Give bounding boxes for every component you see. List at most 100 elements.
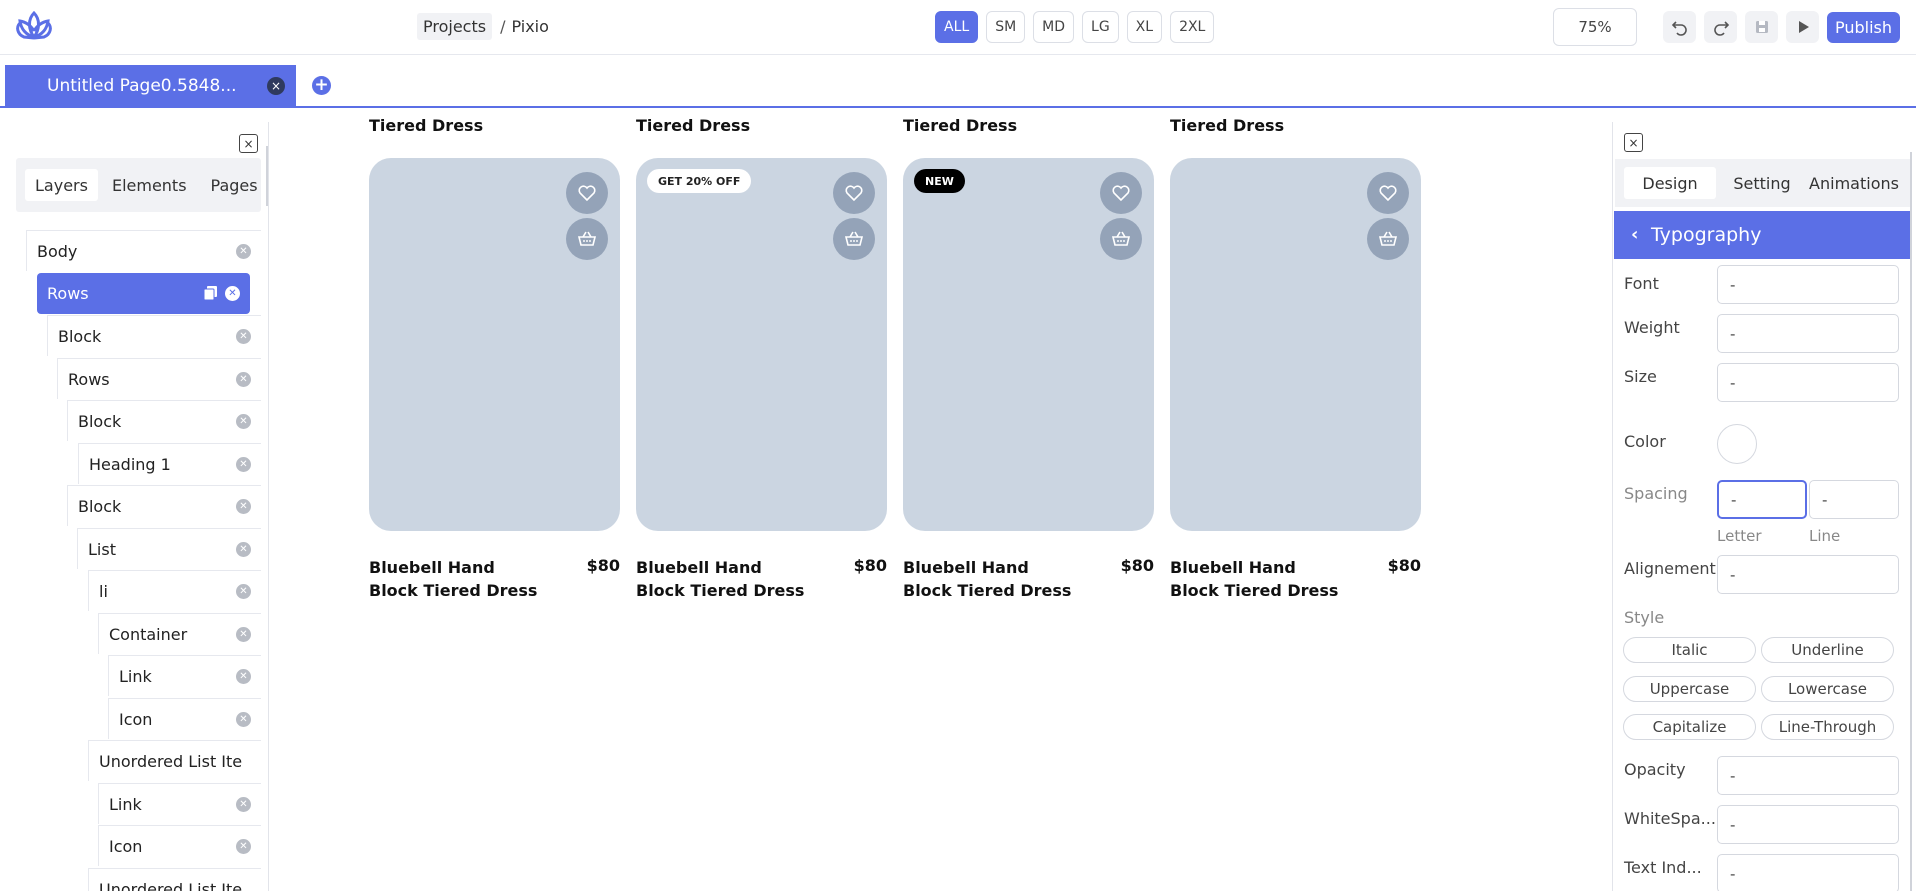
size-input[interactable]: - (1717, 363, 1899, 402)
opacity-label: Opacity (1624, 760, 1686, 779)
remove-icon[interactable]: ✕ (236, 584, 251, 599)
publish-button[interactable]: Publish (1827, 12, 1900, 43)
breakpoint-xl-button[interactable]: XL (1126, 11, 1163, 43)
tab-layers[interactable]: Layers (25, 169, 98, 201)
tab-design[interactable]: Design (1624, 167, 1716, 199)
product-image[interactable]: NEW (903, 158, 1154, 531)
layer-item[interactable]: Rows ✕ (57, 358, 261, 399)
tab-pages[interactable]: Pages (201, 169, 268, 201)
undo-icon[interactable] (1663, 11, 1696, 43)
style-label: Style (1624, 608, 1665, 627)
layer-item[interactable]: Icon ✕ (108, 698, 261, 739)
page-tab-current[interactable]: Untitled Page0.5848... × (5, 65, 296, 106)
product-image[interactable]: GET 20% OFF (636, 158, 887, 531)
typography-section-header[interactable]: ‹ Typography (1614, 211, 1912, 259)
capitalize-button[interactable]: Capitalize (1623, 714, 1756, 740)
lowercase-button[interactable]: Lowercase (1761, 676, 1894, 702)
breakpoint-all-button[interactable]: ALL (935, 11, 979, 43)
text-indent-input[interactable]: - (1717, 854, 1899, 891)
layer-item[interactable]: Block ✕ (67, 485, 261, 526)
heart-icon[interactable] (1367, 172, 1409, 214)
add-page-icon[interactable]: + (312, 76, 331, 95)
breadcrumb-projects-link[interactable]: Projects (417, 13, 493, 40)
play-icon[interactable] (1786, 11, 1819, 43)
layer-item[interactable]: Link ✕ (98, 783, 261, 824)
letter-spacing-input[interactable]: - (1717, 480, 1807, 519)
layer-item[interactable]: List ✕ (77, 528, 261, 569)
remove-icon[interactable]: ✕ (225, 286, 240, 301)
layer-item[interactable]: Block ✕ (47, 315, 261, 356)
layer-item[interactable]: li ✕ (88, 570, 261, 611)
layer-item[interactable]: Body ✕ (26, 230, 261, 271)
layer-item[interactable]: Icon ✕ (98, 825, 261, 866)
basket-icon[interactable] (1100, 218, 1142, 260)
discount-badge: GET 20% OFF (647, 169, 752, 193)
product-image[interactable] (1170, 158, 1421, 531)
layer-item[interactable]: Block ✕ (67, 400, 261, 441)
remove-icon[interactable]: ✕ (236, 542, 251, 557)
breakpoint-sm-button[interactable]: SM (986, 11, 1026, 43)
layer-item[interactable]: Container ✕ (98, 613, 261, 654)
close-panel-icon[interactable]: × (239, 134, 258, 153)
underline-button[interactable]: Underline (1761, 637, 1894, 663)
line-through-button[interactable]: Line-Through (1761, 714, 1894, 740)
italic-button[interactable]: Italic (1623, 637, 1756, 663)
save-icon[interactable] (1745, 11, 1778, 43)
weight-input[interactable]: - (1717, 314, 1899, 353)
breakpoint-2xl-button[interactable]: 2XL (1170, 11, 1215, 43)
remove-icon[interactable]: ✕ (236, 372, 251, 387)
letter-label: Letter (1717, 527, 1762, 545)
whitespace-input[interactable]: - (1717, 805, 1899, 844)
breakpoint-md-button[interactable]: MD (1033, 11, 1075, 43)
heart-icon[interactable] (566, 172, 608, 214)
layer-item[interactable]: Heading 1 ✕ (78, 443, 261, 484)
line-height-input[interactable]: - (1809, 480, 1899, 519)
tab-setting[interactable]: Setting (1716, 167, 1808, 199)
breadcrumb-current: Pixio (511, 17, 549, 36)
redo-icon[interactable] (1704, 11, 1737, 43)
remove-icon[interactable]: ✕ (236, 839, 251, 854)
opacity-input[interactable]: - (1717, 756, 1899, 795)
heart-icon[interactable] (1100, 172, 1142, 214)
remove-icon[interactable]: ✕ (236, 457, 251, 472)
layer-item[interactable]: Link ✕ (108, 655, 261, 696)
layer-item-selected[interactable]: Rows ✕ (37, 273, 250, 314)
tab-animations[interactable]: Animations (1808, 167, 1900, 199)
copy-icon[interactable] (203, 285, 218, 301)
breakpoint-lg-button[interactable]: LG (1082, 11, 1119, 43)
remove-icon[interactable]: ✕ (236, 329, 251, 344)
basket-icon[interactable] (833, 218, 875, 260)
layer-label: Block (78, 496, 122, 516)
lotus-logo-icon[interactable] (12, 9, 56, 45)
chevron-left-icon[interactable]: ‹ (1631, 224, 1638, 245)
toolbar (1663, 11, 1819, 43)
uppercase-button[interactable]: Uppercase (1623, 676, 1756, 702)
remove-icon[interactable]: ✕ (236, 797, 251, 812)
remove-icon[interactable]: ✕ (236, 244, 251, 259)
close-tab-icon[interactable]: × (267, 77, 285, 95)
basket-icon[interactable] (566, 218, 608, 260)
breadcrumb-separator: / (500, 17, 506, 36)
close-panel-icon[interactable]: × (1624, 133, 1643, 152)
product-image[interactable] (369, 158, 620, 531)
zoom-input[interactable]: 75% (1553, 8, 1637, 46)
layer-item[interactable]: Unordered List Ite (88, 740, 261, 781)
font-input[interactable]: - (1717, 265, 1899, 304)
remove-icon[interactable]: ✕ (236, 669, 251, 684)
color-picker[interactable] (1717, 424, 1757, 464)
tab-elements[interactable]: Elements (102, 169, 197, 201)
remove-icon[interactable]: ✕ (236, 499, 251, 514)
basket-icon[interactable] (1367, 218, 1409, 260)
layer-label: Link (119, 666, 152, 686)
layer-item[interactable]: Unordered List Ite (88, 868, 261, 891)
alignment-input[interactable]: - (1717, 555, 1899, 594)
remove-icon[interactable]: ✕ (236, 627, 251, 642)
remove-icon[interactable]: ✕ (236, 712, 251, 727)
heart-icon[interactable] (833, 172, 875, 214)
product-name: Bluebell Hand Block Tiered Dress (903, 558, 1072, 600)
remove-icon[interactable]: ✕ (236, 414, 251, 429)
panel-scrollbar[interactable] (1910, 152, 1912, 891)
panel-divider (266, 146, 268, 206)
layer-label: Rows (68, 369, 110, 389)
design-canvas[interactable]: Tiered Dress Tiered Dress Tiered Dress T… (270, 110, 1612, 891)
